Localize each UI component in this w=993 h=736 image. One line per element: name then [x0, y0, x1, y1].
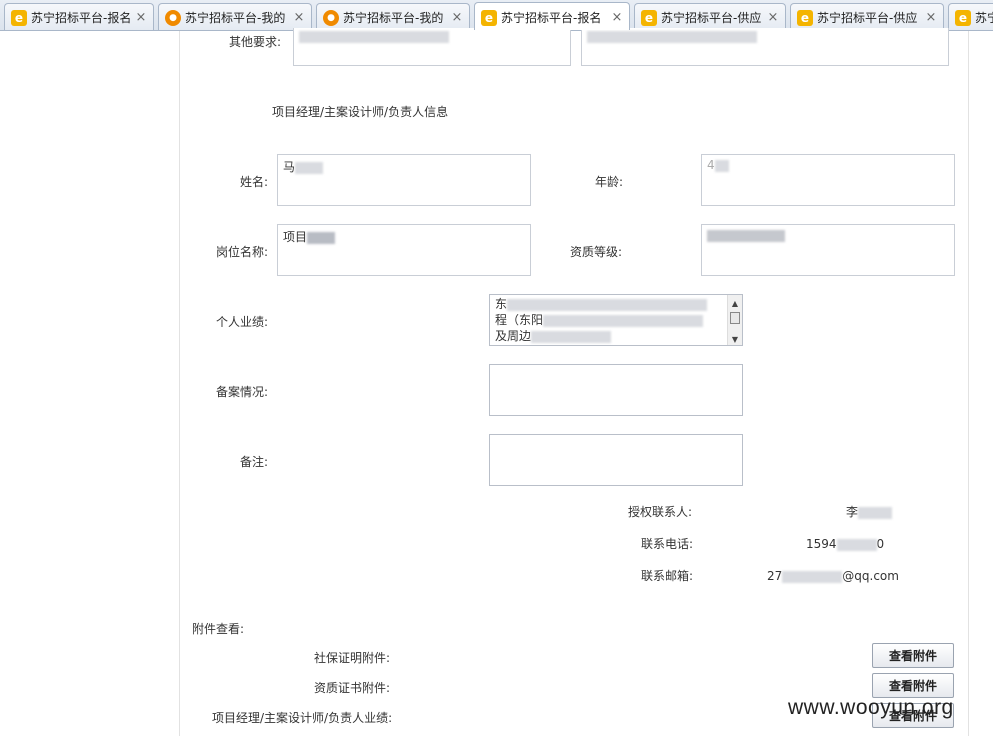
- attachment-label: 项目经理/主案设计师/负责人业绩:: [212, 711, 393, 725]
- remarks-textarea[interactable]: [489, 434, 743, 486]
- redacted-text: [543, 314, 704, 327]
- ie-icon: e: [955, 9, 971, 26]
- redacted-text: [299, 30, 449, 43]
- browser-tab-active[interactable]: e 苏宁招标平台-报名 ×: [474, 2, 630, 30]
- view-attachment-button[interactable]: 查看附件: [872, 673, 954, 698]
- tab-title: 苏宁招标平台-报名: [31, 11, 132, 25]
- redacted-text: [836, 538, 877, 551]
- redacted-text: [707, 229, 785, 242]
- tab-title: 苏宁招标平台-我的: [343, 11, 444, 25]
- phone-value: 1594 0: [806, 537, 885, 551]
- redacted-text: [782, 570, 843, 583]
- scroll-up-icon[interactable]: ▲: [728, 296, 742, 308]
- attachments-heading: 附件查看:: [192, 622, 245, 636]
- attachment-label: 资质证书附件:: [314, 681, 391, 695]
- redacted-text: [714, 159, 729, 172]
- redacted-text: [507, 298, 708, 311]
- close-icon[interactable]: ×: [925, 10, 937, 25]
- browser-tab-strip: e 苏宁招标平台-报名 × ● 苏宁招标平台-我的 × ● 苏宁招标平台-我的 …: [0, 0, 993, 31]
- position-field[interactable]: 项目: [277, 224, 531, 276]
- other-requirements-label: 其他要求:: [229, 35, 282, 49]
- content-right-border: [968, 31, 969, 736]
- browser-tab[interactable]: e 苏宁: [948, 3, 993, 30]
- tab-title: 苏宁招标平台-我的: [185, 11, 286, 25]
- tab-title: 苏宁招标平台-供应: [817, 11, 918, 25]
- filing-label: 备案情况:: [216, 385, 269, 399]
- ie-icon: e: [797, 9, 813, 26]
- name-label: 姓名:: [240, 175, 269, 189]
- tiger-icon: ●: [323, 9, 339, 26]
- browser-tab[interactable]: ● 苏宁招标平台-我的 ×: [158, 3, 312, 30]
- qualification-field[interactable]: [701, 224, 955, 276]
- redacted-text: [531, 330, 612, 343]
- scroll-down-icon[interactable]: ▼: [728, 332, 742, 344]
- redacted-text: [307, 231, 336, 244]
- performance-label: 个人业绩:: [216, 315, 269, 329]
- name-value: 马: [283, 160, 296, 174]
- position-label: 岗位名称:: [216, 245, 269, 259]
- redacted-text: [858, 506, 893, 519]
- performance-line: 东: [495, 296, 726, 312]
- email-label: 联系邮箱:: [641, 569, 694, 583]
- remarks-label: 备注:: [240, 455, 269, 469]
- browser-tab[interactable]: e 苏宁招标平台-供应 ×: [790, 3, 944, 30]
- close-icon[interactable]: ×: [611, 10, 623, 25]
- auth-contact-value: 李: [846, 503, 893, 520]
- scroll-thumb[interactable]: [730, 312, 740, 324]
- email-value: 27 @qq.com: [767, 569, 899, 583]
- tab-title: 苏宁招标平台-报名: [501, 11, 602, 25]
- ie-icon: e: [11, 9, 27, 26]
- content-left-border: [179, 31, 180, 736]
- watermark: www.wooyun.org: [788, 696, 954, 719]
- view-attachment-button[interactable]: 查看附件: [872, 643, 954, 668]
- other-requirements-field-right[interactable]: [581, 28, 949, 66]
- redacted-text: [295, 161, 324, 174]
- browser-tab[interactable]: ● 苏宁招标平台-我的 ×: [316, 3, 470, 30]
- ie-icon: e: [641, 9, 657, 26]
- qualification-label: 资质等级:: [570, 245, 623, 259]
- age-value: 4: [707, 158, 715, 172]
- ie-icon: e: [481, 9, 497, 26]
- section-title: 项目经理/主案设计师/负责人信息: [272, 105, 449, 119]
- name-field[interactable]: 马: [277, 154, 531, 206]
- other-requirements-field-left[interactable]: [293, 28, 571, 66]
- performance-textarea[interactable]: 东 程（东阳 及周边 ▲ ▼: [489, 294, 743, 346]
- tab-title: 苏宁招标平台-供应: [661, 11, 762, 25]
- performance-line: 程（东阳: [495, 312, 726, 328]
- close-icon[interactable]: ×: [767, 10, 779, 25]
- browser-tab[interactable]: e 苏宁招标平台-供应 ×: [634, 3, 786, 30]
- vertical-scrollbar[interactable]: ▲ ▼: [727, 295, 742, 345]
- age-field[interactable]: 4: [701, 154, 955, 206]
- close-icon[interactable]: ×: [293, 10, 305, 25]
- close-icon[interactable]: ×: [451, 10, 463, 25]
- age-label: 年龄:: [595, 175, 624, 189]
- phone-label: 联系电话:: [641, 537, 694, 551]
- auth-contact-label: 授权联系人:: [628, 505, 693, 519]
- tiger-icon: ●: [165, 9, 181, 26]
- filing-textarea[interactable]: [489, 364, 743, 416]
- close-icon[interactable]: ×: [135, 10, 147, 25]
- tab-title: 苏宁: [975, 11, 993, 25]
- browser-tab[interactable]: e 苏宁招标平台-报名 ×: [4, 3, 154, 30]
- position-value: 项目: [283, 230, 308, 244]
- performance-line: 及周边: [495, 328, 726, 344]
- redacted-text: [587, 30, 757, 43]
- attachment-label: 社保证明附件:: [314, 651, 391, 665]
